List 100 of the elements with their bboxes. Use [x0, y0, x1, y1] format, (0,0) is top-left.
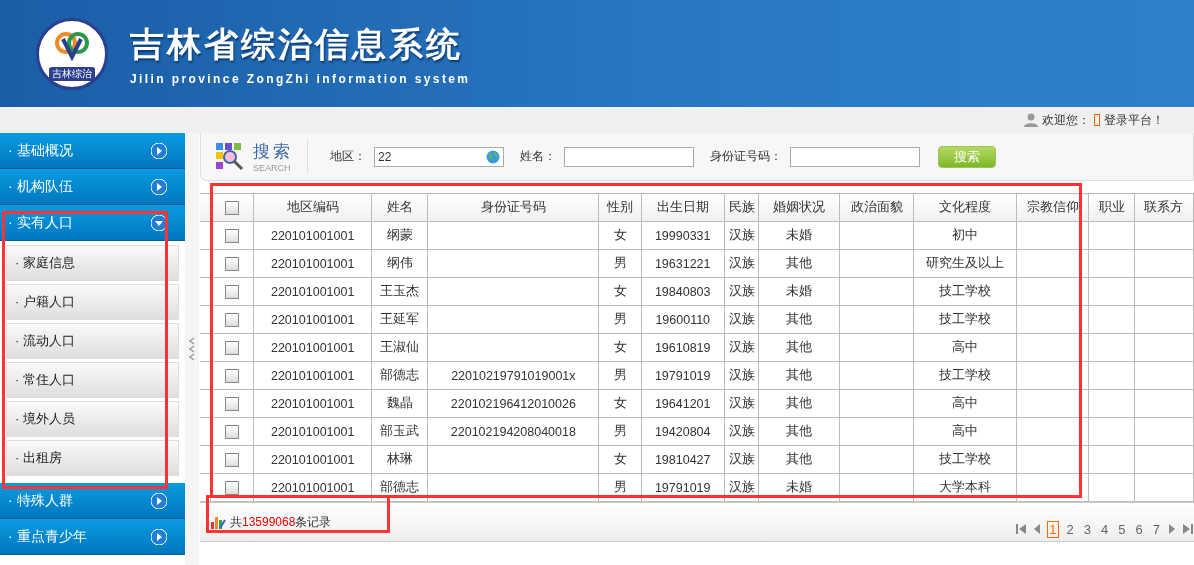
- table-cell: 男: [598, 361, 642, 390]
- row-checkbox[interactable]: [225, 312, 239, 327]
- table-cell: 19600110: [641, 305, 725, 334]
- table-cell: 汉族: [724, 361, 759, 390]
- page-link[interactable]: 2: [1064, 520, 1076, 538]
- table-cell: 220102194208040018: [427, 417, 599, 446]
- first-page-icon[interactable]: [1015, 523, 1028, 535]
- app-subtitle: Jilin province ZongZhi information system: [130, 71, 471, 86]
- sidebar-item[interactable]: · 基础概况: [0, 133, 185, 169]
- table-cell: 其他: [758, 249, 840, 278]
- column-header: 出生日期: [641, 193, 725, 222]
- sidebar-subitem[interactable]: · 户籍人口: [6, 284, 179, 320]
- table-cell: 部玉武: [371, 417, 428, 446]
- table-cell: 技工学校: [913, 445, 1017, 474]
- chart-icon: [210, 514, 226, 530]
- logo: 吉林综治: [36, 17, 108, 90]
- sidebar-item[interactable]: · 特殊人群: [0, 483, 185, 519]
- table-cell: 技工学校: [913, 277, 1017, 306]
- table-cell: 女: [598, 445, 642, 474]
- login-link[interactable]: 登录平台！: [1104, 111, 1164, 129]
- table-cell: 19791019: [641, 361, 725, 390]
- table-cell: 女: [598, 277, 642, 306]
- table-cell: 汉族: [724, 333, 759, 362]
- table-cell: 女: [598, 221, 642, 250]
- column-header: 姓名: [371, 193, 428, 222]
- row-checkbox[interactable]: [225, 228, 239, 243]
- table-cell: 男: [598, 305, 642, 334]
- row-checkbox[interactable]: [225, 424, 239, 439]
- arrow-icon: [151, 142, 167, 159]
- column-header: 职业: [1088, 193, 1135, 222]
- table-cell: 纲伟: [371, 249, 428, 278]
- row-checkbox[interactable]: [225, 480, 239, 495]
- row-checkbox[interactable]: [225, 368, 239, 383]
- table-cell: 魏晶: [371, 389, 428, 418]
- table-cell: 技工学校: [913, 361, 1017, 390]
- select-all-checkbox[interactable]: [225, 200, 239, 215]
- globe-icon[interactable]: [486, 149, 500, 164]
- table-cell: 汉族: [724, 249, 759, 278]
- table-cell: 未婚: [758, 277, 840, 306]
- table-cell: 汉族: [724, 277, 759, 306]
- table-cell: 220101001001: [253, 361, 372, 390]
- table-cell: 220101001001: [253, 473, 372, 502]
- table-cell: 220101001001: [253, 221, 372, 250]
- page-link[interactable]: 4: [1099, 520, 1111, 538]
- last-page-icon[interactable]: [1182, 523, 1194, 535]
- table-cell: 220101001001: [253, 417, 372, 446]
- welcome-text: 欢迎您：: [1042, 111, 1090, 129]
- table-cell: 其他: [758, 445, 840, 474]
- table-cell: 未婚: [758, 473, 840, 502]
- table-cell: 220101001001: [253, 389, 372, 418]
- sidebar-subitem[interactable]: · 境外人员: [6, 401, 179, 437]
- previous-page-icon[interactable]: [1033, 523, 1042, 535]
- table-cell: 高中: [913, 389, 1017, 418]
- sidebar-subitem[interactable]: · 常住人口: [6, 362, 179, 398]
- page-link[interactable]: 5: [1116, 520, 1128, 538]
- search-icon: [215, 141, 245, 172]
- table-cell: 19420804: [641, 417, 725, 446]
- sidebar-subitem[interactable]: · 家庭信息: [6, 245, 179, 281]
- input-field[interactable]: [564, 146, 694, 167]
- table-cell: 汉族: [724, 389, 759, 418]
- search-subtitle: SEARCH: [253, 163, 292, 173]
- row-checkbox[interactable]: [225, 340, 239, 355]
- table-cell: 高中: [913, 417, 1017, 446]
- input-field[interactable]: 22: [374, 146, 504, 167]
- table-cell: 王玉杰: [371, 277, 428, 306]
- table-cell: 女: [598, 389, 642, 418]
- row-checkbox[interactable]: [225, 396, 239, 411]
- row-checkbox[interactable]: [225, 256, 239, 271]
- table-cell: 女: [598, 333, 642, 362]
- sidebar-subitem[interactable]: · 出租房: [6, 440, 179, 476]
- sidebar-item[interactable]: · 机构队伍: [0, 169, 185, 205]
- sidebar-item[interactable]: · 重点青少年: [0, 519, 185, 555]
- field-label: 地区：: [330, 148, 366, 165]
- column-header: 宗教信仰: [1016, 193, 1089, 222]
- row-checkbox[interactable]: [225, 452, 239, 467]
- table-cell: 高中: [913, 333, 1017, 362]
- arrow-icon: [151, 492, 167, 509]
- table-cell: 纲蒙: [371, 221, 428, 250]
- row-checkbox[interactable]: [225, 284, 239, 299]
- table-cell: 男: [598, 473, 642, 502]
- table-cell: 19840803: [641, 277, 725, 306]
- collapse-icon[interactable]: [188, 337, 196, 361]
- table-cell: 汉族: [724, 417, 759, 446]
- table-cell: 220102196412010026: [427, 389, 599, 418]
- sidebar-subitem[interactable]: · 流动人口: [6, 323, 179, 359]
- page-link[interactable]: 7: [1150, 520, 1162, 538]
- page-link[interactable]: 6: [1133, 520, 1145, 538]
- column-header: 婚姻状况: [758, 193, 840, 222]
- column-header: 文化程度: [913, 193, 1017, 222]
- table-cell: 19610819: [641, 333, 725, 362]
- table-cell: 王淑仙: [371, 333, 428, 362]
- next-page-icon[interactable]: [1168, 523, 1176, 535]
- table-cell: 大学本科: [913, 473, 1017, 502]
- page-link[interactable]: 3: [1081, 520, 1094, 538]
- input-field[interactable]: [790, 146, 920, 167]
- table-cell: 未婚: [758, 221, 840, 250]
- table-cell: 林琳: [371, 445, 428, 474]
- table-cell: 研究生及以上: [913, 249, 1017, 278]
- search-title: 搜索: [253, 141, 293, 163]
- table-cell: 其他: [758, 417, 840, 446]
